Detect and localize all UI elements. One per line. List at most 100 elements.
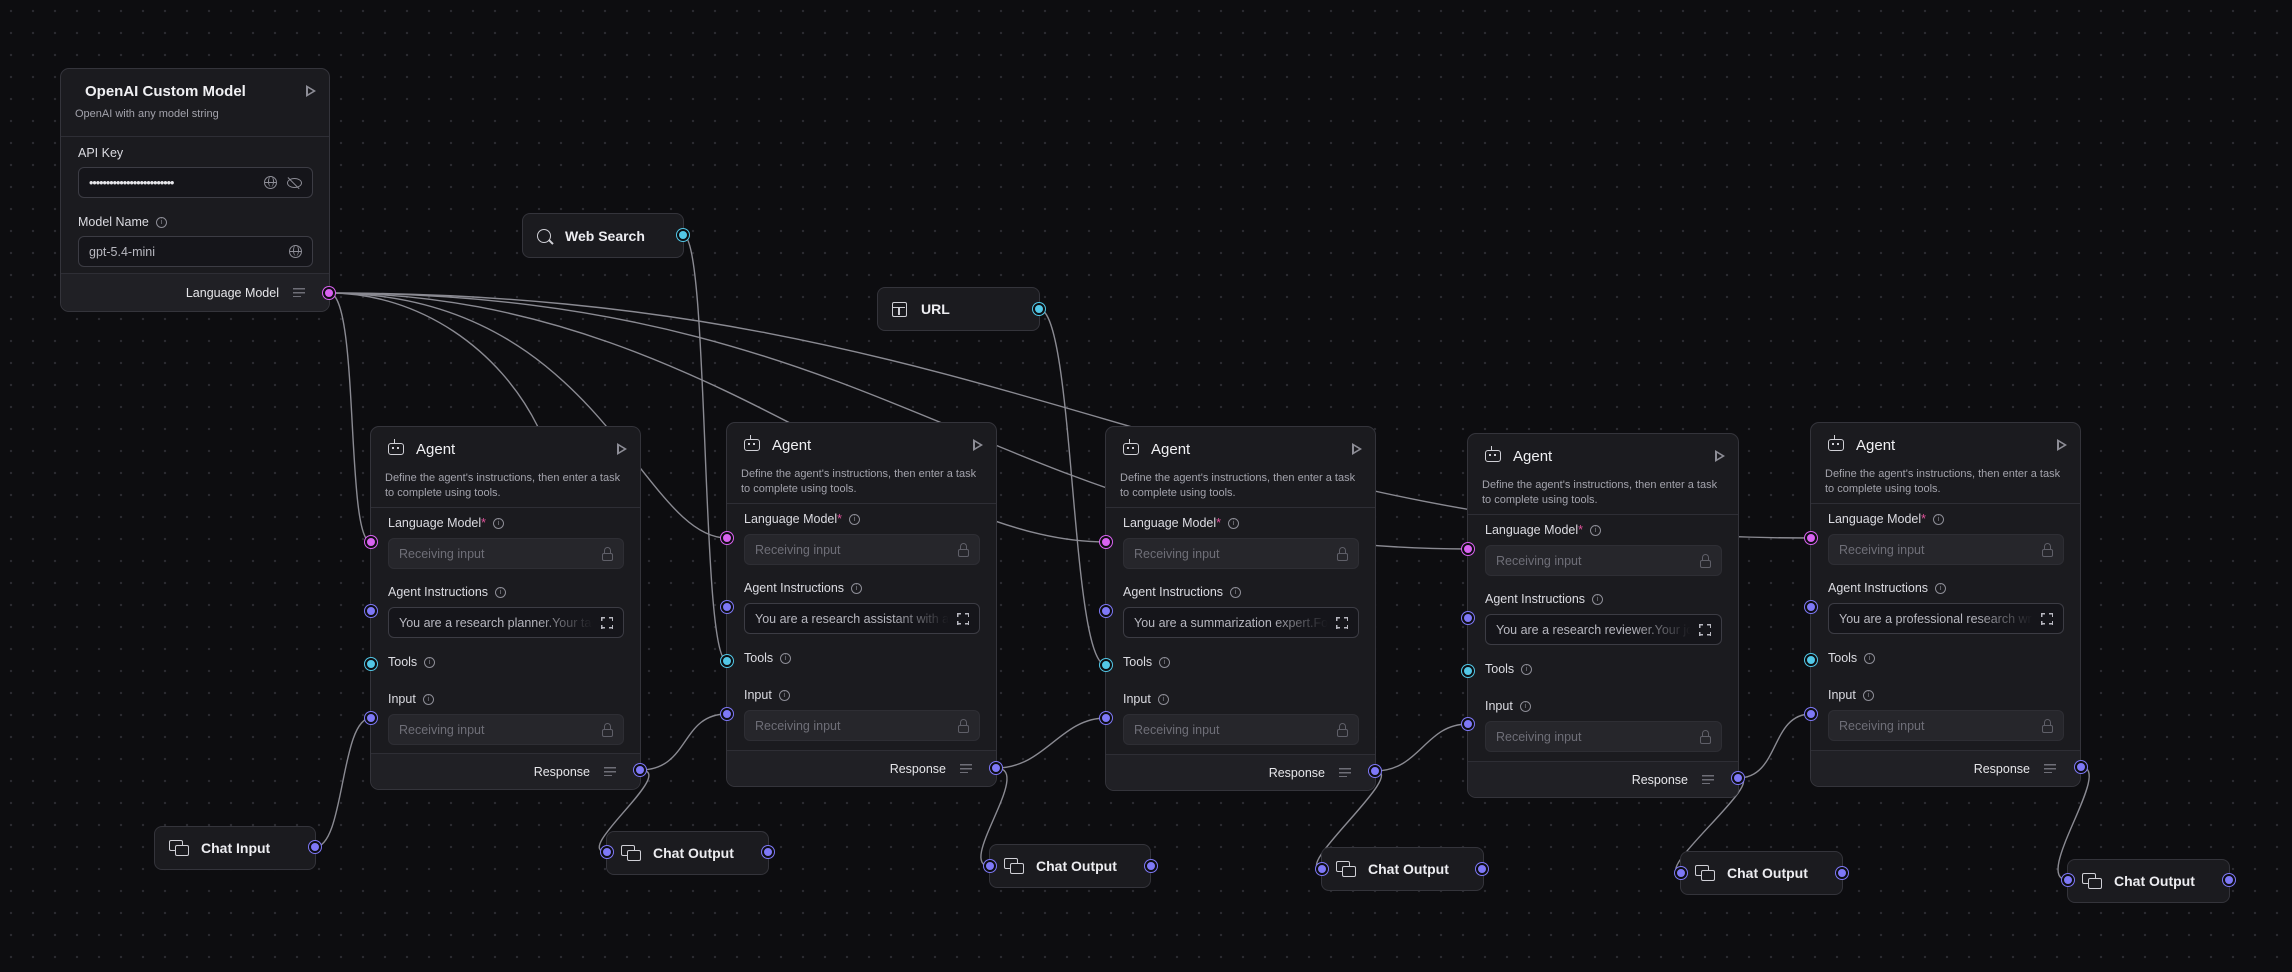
info-icon: i (155, 216, 167, 228)
agent-response-handle[interactable] (634, 764, 646, 776)
language-model-label: Language Model * i (1828, 512, 1945, 526)
agent-language-model-handle[interactable] (1100, 536, 1112, 548)
web-search-output-handle[interactable] (677, 229, 689, 241)
agent-language-model-handle[interactable] (365, 536, 377, 548)
globe-icon[interactable] (289, 245, 302, 258)
menu-lines-icon[interactable] (1702, 775, 1714, 784)
lock-icon (2042, 719, 2053, 733)
chat-input-output-handle[interactable] (309, 841, 321, 853)
agent-instructions-field[interactable]: You are a research planner.Your task is … (388, 607, 624, 638)
chat-output-node[interactable]: Chat Output (2067, 859, 2230, 903)
agent-language-model-handle[interactable] (1462, 543, 1474, 555)
agent-instructions-label: Agent Instructions i (744, 581, 863, 595)
agent-instructions-handle[interactable] (365, 605, 377, 617)
robot-icon (1123, 439, 1139, 455)
agent-input-handle[interactable] (1462, 718, 1474, 730)
edge-agent1-agent2 (639, 713, 728, 771)
agent-input-handle[interactable] (721, 708, 733, 720)
edge-lm-agent1 (328, 292, 372, 543)
agent-tools-handle[interactable] (721, 655, 733, 667)
agent-tools-handle[interactable] (365, 658, 377, 670)
agent-instructions-handle[interactable] (721, 601, 733, 613)
agent-title: Agent (416, 440, 456, 458)
agent-response-handle[interactable] (990, 762, 1002, 774)
agent-language-model-handle[interactable] (1805, 532, 1817, 544)
expand-icon[interactable] (1699, 623, 1711, 636)
chat-output-input-handle[interactable] (1316, 863, 1328, 875)
agent-node[interactable]: Agent Define the agent's instructions, t… (1467, 433, 1739, 798)
chat-output-input-handle[interactable] (984, 860, 996, 872)
agent-response-handle[interactable] (1732, 772, 1744, 784)
chat-output-node[interactable]: Chat Output (606, 831, 769, 875)
model-node-title: OpenAI Custom Model (85, 82, 246, 100)
model-name-field[interactable]: gpt-5.4-mini (78, 236, 313, 267)
agent-node[interactable]: Agent Define the agent's instructions, t… (726, 422, 997, 787)
language-model-label: Language Model * i (388, 516, 505, 530)
expand-icon[interactable] (2041, 612, 2053, 625)
url-output-handle[interactable] (1033, 303, 1045, 315)
agent-node[interactable]: Agent Define the agent's instructions, t… (370, 426, 641, 790)
lock-icon (1337, 723, 1348, 737)
chat-output-output-handle[interactable] (1145, 860, 1157, 872)
agent-response-handle[interactable] (2075, 761, 2087, 773)
agent-instructions-handle[interactable] (1100, 605, 1112, 617)
web-search-node[interactable]: Web Search (522, 213, 684, 258)
play-icon[interactable] (2057, 439, 2067, 451)
model-output-footer: Language Model (61, 273, 329, 311)
chat-output-node[interactable]: Chat Output (1680, 851, 1843, 895)
menu-lines-icon[interactable] (293, 288, 305, 297)
play-icon[interactable] (617, 443, 627, 455)
url-node[interactable]: URL (877, 287, 1040, 331)
menu-lines-icon[interactable] (1339, 768, 1351, 777)
agent-tools-handle[interactable] (1462, 665, 1474, 677)
chat-output-input-handle[interactable] (1675, 867, 1687, 879)
chat-output-input-handle[interactable] (2062, 874, 2074, 886)
agent-node[interactable]: Agent Define the agent's instructions, t… (1105, 426, 1376, 791)
agent-tools-handle[interactable] (1805, 654, 1817, 666)
agent-instructions-field[interactable]: You are a summarization expert.Focus on (1123, 607, 1359, 638)
edge-url-agent3 (1038, 308, 1107, 666)
agent-input-handle[interactable] (365, 712, 377, 724)
agent-language-model-handle[interactable] (721, 532, 733, 544)
edge-chatinput-agent1 (314, 717, 372, 848)
play-icon[interactable] (973, 439, 983, 451)
api-key-field[interactable]: ••••••••••••••••••••••••• (78, 167, 313, 198)
globe-icon[interactable] (264, 176, 277, 189)
expand-icon[interactable] (957, 612, 969, 625)
agent-input-handle[interactable] (1100, 712, 1112, 724)
agent-title: Agent (1151, 440, 1191, 458)
agent-response-footer: Response (1468, 761, 1738, 797)
menu-lines-icon[interactable] (2044, 764, 2056, 773)
chat-input-node[interactable]: Chat Input (154, 826, 316, 870)
info-icon: i (780, 652, 792, 664)
agent-response-handle[interactable] (1369, 765, 1381, 777)
chat-output-output-handle[interactable] (2223, 874, 2235, 886)
menu-lines-icon[interactable] (604, 767, 616, 776)
chat-output-node[interactable]: Chat Output (989, 844, 1151, 888)
chat-output-output-handle[interactable] (1836, 867, 1848, 879)
agent-instructions-handle[interactable] (1805, 601, 1817, 613)
play-icon[interactable] (306, 85, 316, 97)
tools-label: Tools i (388, 655, 436, 669)
play-icon[interactable] (1715, 450, 1725, 462)
language-model-output-handle[interactable] (323, 287, 335, 299)
chat-output-output-handle[interactable] (1476, 863, 1488, 875)
agent-instructions-field[interactable]: You are a research reviewer.Your job is … (1485, 614, 1722, 645)
agent-instructions-handle[interactable] (1462, 612, 1474, 624)
agent-response-footer: Response (1811, 750, 2080, 786)
play-icon[interactable] (1352, 443, 1362, 455)
chat-output-input-handle[interactable] (601, 846, 613, 858)
agent-tools-handle[interactable] (1100, 659, 1112, 671)
agent-input-handle[interactable] (1805, 708, 1817, 720)
expand-icon[interactable] (1336, 616, 1348, 629)
chat-output-output-handle[interactable] (762, 846, 774, 858)
chat-output-node[interactable]: Chat Output (1321, 847, 1484, 891)
agent-node[interactable]: Agent Define the agent's instructions, t… (1810, 422, 2081, 787)
agent-instructions-field[interactable]: You are a professional research writer (1828, 603, 2064, 634)
agent-description: Define the agent's instructions, then en… (1825, 468, 2061, 495)
expand-icon[interactable] (601, 616, 613, 629)
menu-lines-icon[interactable] (960, 764, 972, 773)
agent-instructions-field[interactable]: You are a research assistant with access (744, 603, 980, 634)
eye-off-icon[interactable] (287, 177, 302, 188)
openai-model-node[interactable]: OpenAI Custom Model OpenAI with any mode… (60, 68, 330, 312)
